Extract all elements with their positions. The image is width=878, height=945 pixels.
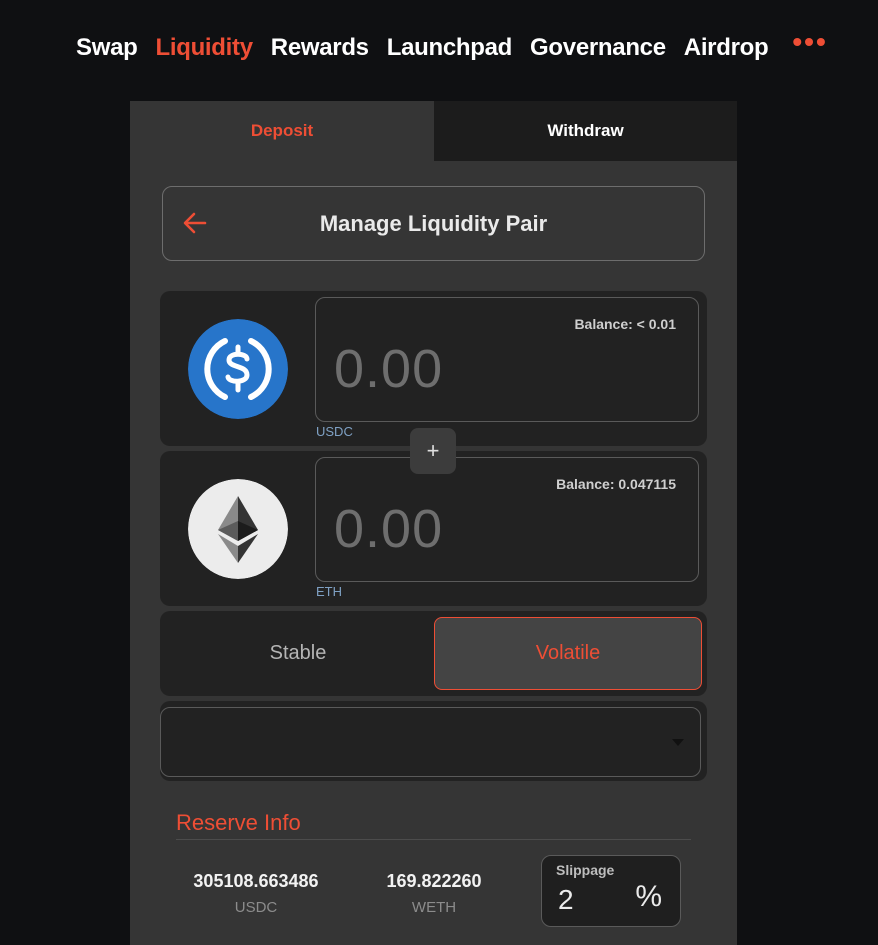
- nav-swap[interactable]: Swap: [76, 34, 138, 62]
- plus-icon: +: [410, 428, 456, 474]
- nav-airdrop[interactable]: Airdrop: [684, 34, 769, 62]
- token-a-block: Balance: < 0.01 0.00 USDC: [160, 291, 707, 446]
- pool-type-selector: Stable Volatile: [160, 611, 707, 696]
- more-menu-icon[interactable]: •••: [792, 26, 827, 58]
- token-a-amount-placeholder: 0.00: [334, 339, 444, 399]
- chevron-down-icon: [672, 739, 684, 746]
- reserve-b: 169.822260 WETH: [374, 871, 494, 916]
- nav-governance[interactable]: Governance: [530, 34, 666, 62]
- divider: [176, 839, 691, 840]
- top-nav: Swap Liquidity Rewards Launchpad Governa…: [76, 26, 828, 66]
- nav-launchpad[interactable]: Launchpad: [387, 34, 513, 62]
- tab-bar: Deposit Withdraw: [130, 101, 737, 161]
- reserve-a: 305108.663486 USDC: [186, 871, 326, 916]
- slippage-value: 2: [558, 884, 574, 915]
- tab-withdraw[interactable]: Withdraw: [434, 101, 737, 161]
- eth-logo-icon[interactable]: [188, 479, 288, 579]
- token-b-amount-input[interactable]: Balance: 0.047115 0.00: [315, 457, 699, 582]
- manage-pair-header: Manage Liquidity Pair: [162, 186, 705, 261]
- reserve-b-unit: WETH: [411, 899, 457, 916]
- pair-select-wrapper: [160, 701, 707, 781]
- token-b-symbol: ETH: [316, 584, 342, 599]
- slippage-input[interactable]: Slippage 2 %: [541, 855, 681, 927]
- slippage-unit: %: [635, 880, 662, 913]
- token-a-amount-input[interactable]: Balance: < 0.01 0.00: [315, 297, 699, 422]
- token-a-balance: Balance: < 0.01: [574, 316, 676, 332]
- pair-select-dropdown[interactable]: [160, 707, 701, 777]
- token-b-balance: Balance: 0.047115: [556, 476, 676, 492]
- reserve-b-value: 169.822260: [386, 871, 482, 891]
- reserve-info-title: Reserve Info: [176, 810, 301, 835]
- volatile-button[interactable]: Volatile: [434, 617, 702, 690]
- page-title: Manage Liquidity Pair: [319, 210, 548, 236]
- stable-button[interactable]: Stable: [166, 617, 430, 690]
- tab-deposit[interactable]: Deposit: [130, 101, 434, 161]
- slippage-label: Slippage: [556, 862, 615, 878]
- reserve-a-unit: USDC: [234, 899, 278, 916]
- liquidity-panel: Deposit Withdraw Manage Liquidity Pair B…: [130, 101, 737, 945]
- back-arrow-icon[interactable]: [181, 209, 209, 237]
- nav-rewards[interactable]: Rewards: [271, 34, 369, 62]
- nav-liquidity[interactable]: Liquidity: [155, 34, 253, 62]
- usdc-logo-icon[interactable]: [188, 319, 288, 419]
- token-a-symbol: USDC: [316, 424, 353, 439]
- reserve-a-value: 305108.663486: [193, 871, 319, 891]
- token-b-block: Balance: 0.047115 0.00 ETH: [160, 451, 707, 606]
- token-b-amount-placeholder: 0.00: [334, 499, 444, 559]
